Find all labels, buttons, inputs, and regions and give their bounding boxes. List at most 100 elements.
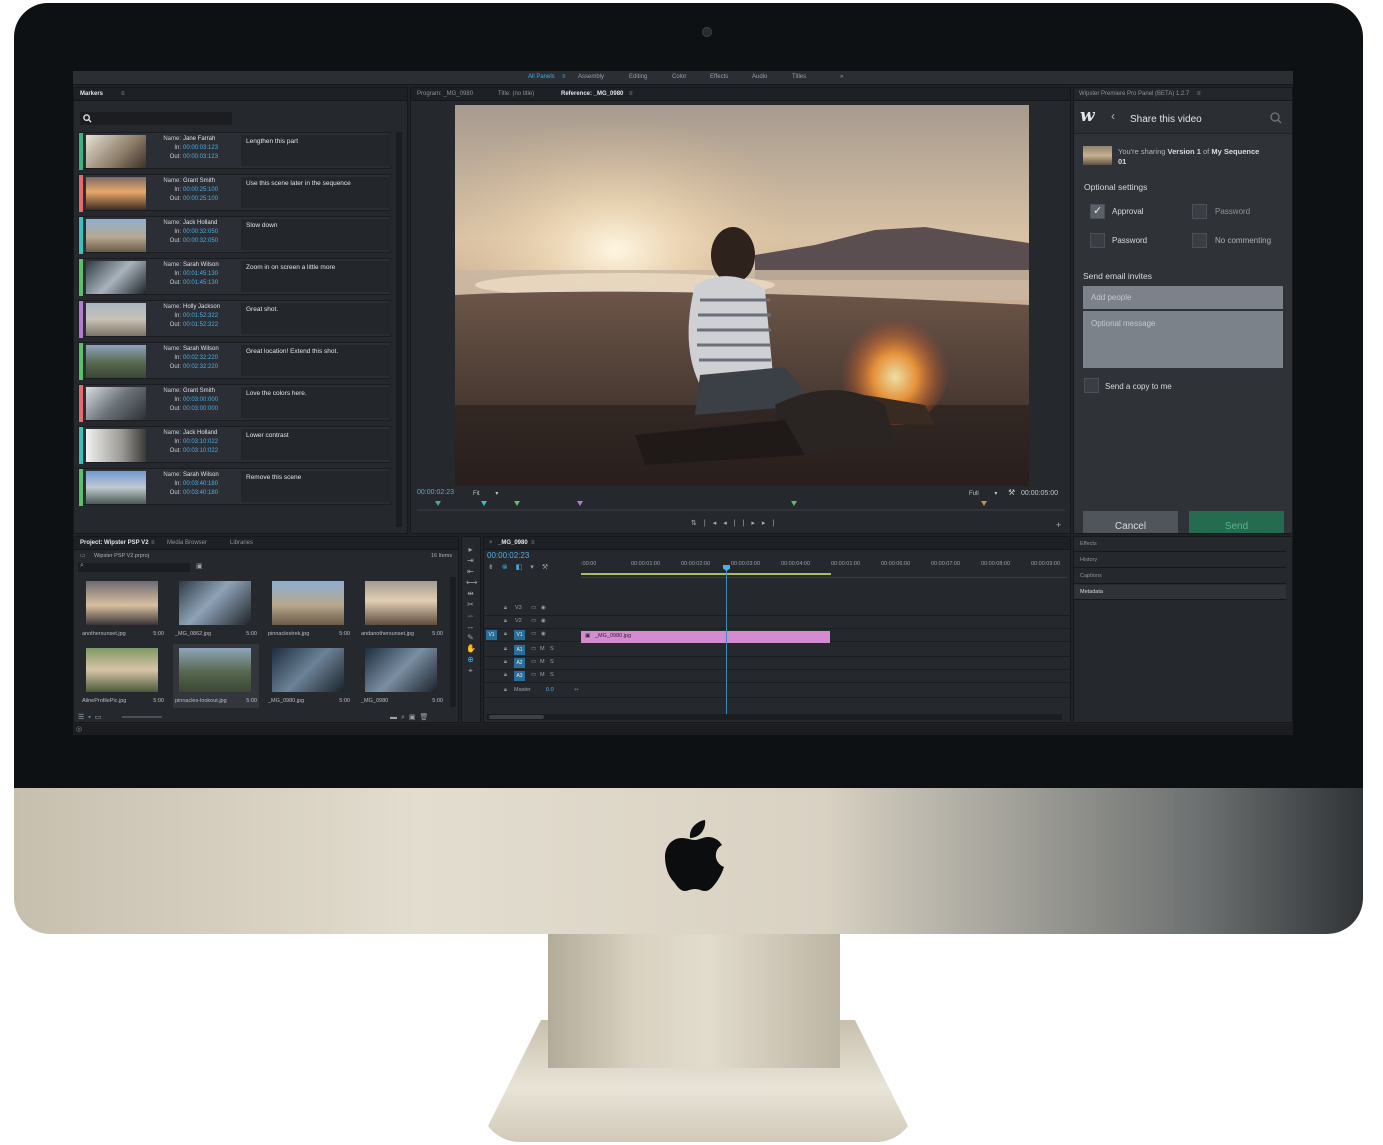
hand-icon[interactable]: ✋ <box>466 644 476 653</box>
project-item[interactable]: andanothersunset.jpg 5:00 <box>359 577 445 641</box>
ws-tab-titles[interactable]: Titles <box>792 74 806 80</box>
zoom-slider[interactable] <box>122 716 162 718</box>
ws-tab-editing[interactable]: Editing <box>629 74 647 80</box>
mute-button[interactable]: M <box>540 672 545 678</box>
panel-menu-icon[interactable]: ≡ <box>121 91 125 97</box>
track-a2[interactable]: 🔒︎ A2 ▭ M S <box>484 657 1070 670</box>
lock-icon[interactable]: 🔒︎ <box>504 659 507 666</box>
add-button-icon[interactable]: + <box>1056 520 1061 530</box>
stack-tab-metadata[interactable]: Metadata <box>1074 585 1286 600</box>
rate-stretch-icon[interactable]: ⇹ <box>466 589 475 598</box>
lock-icon[interactable]: 🔒︎ <box>504 646 507 653</box>
monitor-ruler[interactable] <box>417 501 1065 511</box>
lock-icon[interactable]: 🔒︎ <box>504 631 507 638</box>
project-item[interactable]: pinnaclestrek.jpg 5:00 <box>266 577 352 641</box>
track-select-icon[interactable]: ⇥ <box>466 556 475 565</box>
playhead-handle[interactable] <box>723 565 730 571</box>
mic-icon[interactable]: ▭ <box>531 672 536 678</box>
mute-button[interactable]: M <box>540 646 545 652</box>
stack-tab-history[interactable]: History <box>1074 553 1286 568</box>
slide-icon[interactable]: ↔ <box>466 622 475 631</box>
track-target[interactable]: A3 <box>514 671 525 681</box>
lock-icon[interactable]: 🔒︎ <box>504 687 507 694</box>
tab-markers[interactable]: Markers <box>80 91 103 97</box>
marker-out[interactable]: 00:02:32:220 <box>183 364 218 370</box>
timeline-clip[interactable]: ▣ _MG_0980.jpg <box>581 631 830 643</box>
send-copy-checkbox[interactable] <box>1084 378 1099 393</box>
solo-button[interactable]: S <box>550 659 554 665</box>
timeline-timecode[interactable]: 00:00:02:23 <box>487 551 529 560</box>
tab-project[interactable]: Project: Wipster PSP V2 <box>80 540 149 546</box>
monitor-menu-icon[interactable]: ≡ <box>629 91 633 97</box>
track-v3[interactable]: 🔒︎ V3 ▭ ◉ <box>484 603 1070 616</box>
marker-out[interactable]: 00:00:32:050 <box>183 238 218 244</box>
tab-program[interactable]: Program: _MG_0980 <box>417 91 473 97</box>
zoom-icon[interactable]: ⊕ <box>466 655 475 664</box>
toggle-sync-icon[interactable]: ▭ <box>531 605 536 611</box>
ws-menu-icon[interactable]: ≡ <box>562 74 566 80</box>
no-commenting-checkbox[interactable] <box>1192 233 1207 248</box>
mic-icon[interactable]: ▭ <box>531 659 536 665</box>
project-scrollbar[interactable] <box>450 577 456 707</box>
optional-message-input[interactable]: Optional message <box>1083 311 1283 368</box>
project-item[interactable]: anothersunset.jpg 5:00 <box>80 577 166 641</box>
tab-reference[interactable]: Reference: _MG_0980 <box>561 91 623 97</box>
mic-icon[interactable]: ▭ <box>531 646 536 652</box>
marker-item[interactable]: Name: Holly Jackson In: 00:01:52:322 Out: 00:… <box>78 300 391 338</box>
wipster-menu-icon[interactable]: ≡ <box>1197 91 1201 97</box>
lock-icon[interactable]: 🔒︎ <box>504 605 507 612</box>
solo-button[interactable]: S <box>550 646 554 652</box>
marker-item[interactable]: Name: Grant Smith In: 00:03:00:000 Out: 00:03… <box>78 384 391 422</box>
selection-tool-icon[interactable]: ▸ <box>466 545 475 554</box>
marker-item[interactable]: Name: Jack Holland In: 00:00:32:050 Out: 00:0… <box>78 216 391 254</box>
fit-track-icon[interactable]: ⇿ <box>574 687 579 693</box>
marker-note[interactable]: Love the colors here. <box>241 387 391 418</box>
razor-icon[interactable]: ✂ <box>466 600 475 609</box>
markers-scrollbar[interactable] <box>396 132 402 527</box>
project-actions[interactable]: ▬⌕▣🗑 <box>390 713 432 722</box>
marker-item[interactable]: Name: Jack Holland In: 00:03:10:022 Out: 00:0… <box>78 426 391 464</box>
marker-in[interactable]: 00:00:32:050 <box>183 229 218 235</box>
project-search-input[interactable]: ⌕ <box>78 562 190 572</box>
eye-icon[interactable]: ◉ <box>541 605 546 611</box>
razor-tool-icon[interactable]: ⌖ <box>466 666 475 675</box>
video-frame[interactable] <box>455 105 1029 486</box>
track-a3[interactable]: 🔒︎ A3 ▭ M S <box>484 670 1070 683</box>
tab-title[interactable]: Title: (no title) <box>498 91 534 97</box>
marker-item[interactable]: Name: Jane Farrah In: 00:00:03:123 Out: 00:00… <box>78 132 391 170</box>
marker-note[interactable]: Zoom in on screen a little more <box>241 261 391 292</box>
project-item[interactable]: pinnacles-lookout.jpg 5:00 <box>173 644 259 708</box>
ws-tab-effects[interactable]: Effects <box>710 74 728 80</box>
toggle-sync-icon[interactable]: ▭ <box>531 631 536 637</box>
marker-note[interactable]: Remove this scene <box>241 471 391 502</box>
new-bin-icon[interactable]: ▣ <box>196 562 203 570</box>
scroll-thumb[interactable] <box>489 715 544 719</box>
send-button[interactable]: Send <box>1189 511 1284 533</box>
project-item[interactable]: _MG_0862.jpg 5:00 <box>173 577 259 641</box>
ripple-edit-icon[interactable]: ⇤ <box>466 567 475 576</box>
cancel-button[interactable]: Cancel <box>1083 511 1178 533</box>
marker-note[interactable]: Lower contrast <box>241 429 391 460</box>
wrench-icon[interactable]: ⚒ <box>1008 488 1015 497</box>
project-footer-controls[interactable]: ☰▪▭ <box>78 713 105 721</box>
marker-note[interactable]: Great location! Extend this shot. <box>241 345 391 376</box>
quality-select[interactable]: Full ▾ <box>969 490 997 497</box>
project-item[interactable]: AlineProfilePic.jpg 5:00 <box>80 644 166 708</box>
marker-item[interactable]: Name: Grant Smith In: 00:00:25:100 Out: 00:00… <box>78 174 391 212</box>
master-volume[interactable]: 0.0 <box>546 687 554 693</box>
back-chevron-icon[interactable]: ‹ <box>1111 109 1115 123</box>
project-menu-icon[interactable]: ≡ <box>151 540 155 546</box>
marker-out[interactable]: 00:00:25:100 <box>183 196 218 202</box>
ws-more-icon[interactable]: » <box>840 74 843 80</box>
timeline-scrollbar[interactable] <box>487 714 1062 720</box>
marker-item[interactable]: Name: Sarah Wilson In: 00:02:32:220 Out: 00:0… <box>78 342 391 380</box>
mute-button[interactable]: M <box>540 659 545 665</box>
source-patch-v1[interactable]: V1 <box>486 630 497 640</box>
playhead[interactable] <box>726 565 727 715</box>
track-target[interactable]: V1 <box>514 630 525 640</box>
marker-in[interactable]: 00:00:25:100 <box>183 187 218 193</box>
marker-in[interactable]: 00:01:52:322 <box>183 313 218 319</box>
ws-tab-color[interactable]: Color <box>672 74 686 80</box>
rolling-edit-icon[interactable]: ⟷ <box>466 578 477 587</box>
toggle-sync-icon[interactable]: ▭ <box>531 618 536 624</box>
